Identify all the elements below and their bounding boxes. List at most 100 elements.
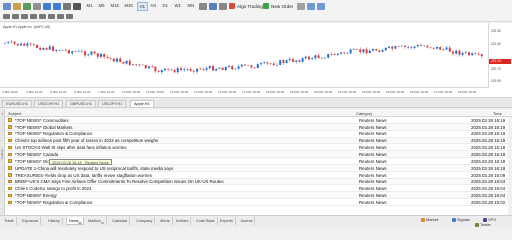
toolbox-tab-history[interactable]: History <box>46 217 63 225</box>
price-scale[interactable]: 222.30 221.50 221.23 220.70 219.90 <box>488 23 512 88</box>
fibonacci-icon[interactable] <box>57 14 64 19</box>
algo-trading-button[interactable]: Algo Trading <box>229 2 263 11</box>
candle-body <box>397 46 400 47</box>
algo-trading-label: Algo Trading <box>237 4 263 9</box>
toolbox-tab-alerts[interactable]: Alerts <box>158 217 173 225</box>
column-category[interactable]: Category <box>356 111 372 116</box>
toolbox-tab-label: News <box>69 219 79 223</box>
news-row[interactable]: *TOP NEWS* Energy Reuters News 2025.03.28 … <box>5 192 512 200</box>
crosshair-icon[interactable] <box>33 3 41 10</box>
toolbox-tab-news[interactable]: News99 <box>66 217 85 225</box>
tf-m15[interactable]: M15 <box>109 2 120 9</box>
chart-tab-gbpusd[interactable]: GBPUSD,H1 <box>66 100 96 107</box>
vertical-line-icon[interactable] <box>21 14 28 19</box>
open-icon[interactable] <box>13 3 21 10</box>
zoom-in-icon[interactable] <box>43 3 51 10</box>
news-row[interactable]: *TOP NEWS* Regulation & Compliance Reuter… <box>5 131 512 138</box>
chart-tab-usdjpy[interactable]: USDJPY,H1 <box>98 100 127 107</box>
candle-body <box>362 49 365 53</box>
new-order-button[interactable]: New Order <box>263 2 293 11</box>
time-label: 6 Mar 10:00 <box>74 90 91 94</box>
news-row[interactable]: *TOP NEWS* Commodities Reuters News 2025.0… <box>5 117 512 124</box>
candle-body <box>349 49 352 54</box>
chart-shift-icon[interactable] <box>307 3 315 10</box>
chart-tab-usdchf[interactable]: USDCHF,H1 <box>34 100 64 107</box>
time-label: 21 Mar 15:00 <box>338 90 357 94</box>
candle-body <box>282 60 285 63</box>
candle-body <box>112 58 115 62</box>
toolbox-tab-code-base[interactable]: Code Base <box>194 217 218 225</box>
news-row[interactable]: *TOP NEWS* Regulation & Compliance Reuter… <box>5 199 512 206</box>
autoscroll-icon[interactable] <box>317 3 325 10</box>
candle-body <box>442 49 445 50</box>
candles-icon[interactable] <box>209 3 217 10</box>
time-label: 14 Mar 15:00 <box>218 90 237 94</box>
indicators-icon[interactable] <box>297 3 305 10</box>
toolbox-tab-label: Exposure <box>22 219 39 223</box>
crosshair-tool-icon[interactable] <box>12 14 19 19</box>
news-category: Reuters News <box>359 193 387 199</box>
time-scale[interactable]: 3 Mar 2025 4 Mar 10:00 5 Mar 10:00 6 Mar… <box>0 87 488 97</box>
news-row[interactable]: China's top airlines post fifth year of … <box>5 137 512 145</box>
news-row[interactable]: Chile's Codelco swings to profit in 2024… <box>5 185 512 193</box>
new-chart-icon[interactable] <box>3 3 11 10</box>
period-sep-icon[interactable] <box>73 3 81 10</box>
chart-tab-apple[interactable]: Apple,H1 <box>130 100 154 107</box>
toolbox-tab-company[interactable]: Company <box>134 217 156 225</box>
news-row[interactable]: TREASURIES-Yields drop as US data, tarif… <box>5 172 512 179</box>
envelope-icon <box>8 193 12 198</box>
news-category: Reuters News <box>359 158 387 164</box>
cursor-icon[interactable] <box>3 14 10 19</box>
price-chart[interactable]: Apple,H1 Apple Inc. (AAPL.US) 222.30 221… <box>0 23 512 98</box>
bar-chart-icon[interactable] <box>199 3 207 10</box>
line-chart-icon[interactable] <box>219 3 227 10</box>
news-row[interactable]: US STOCKS-Wall St slips after data fans … <box>5 144 512 152</box>
tf-w1[interactable]: W1 <box>173 2 182 9</box>
toolbox-tab-label: History <box>48 219 60 223</box>
column-time[interactable]: Time <box>493 111 502 116</box>
tester-button[interactable]: Tester <box>475 222 491 227</box>
candle-body <box>324 57 326 59</box>
toolbox-tab-badge: 99 <box>78 221 82 225</box>
news-scrollbar[interactable] <box>508 117 512 215</box>
news-subject: *TOP NEWS* Canada <box>15 152 59 158</box>
tf-m30[interactable]: M30 <box>123 2 134 9</box>
toolbox-tab-calendar[interactable]: Calendar <box>110 217 131 225</box>
news-row[interactable]: *TOP NEWS* Global Markets Reuters News 202… <box>5 123 512 131</box>
text-tool-icon[interactable] <box>66 14 73 19</box>
time-label: 28 Mar 15:00 <box>458 90 477 94</box>
news-row[interactable]: *TOP NEWS* Canada Reuters News 2025.03.28 … <box>5 151 512 159</box>
tf-mn[interactable]: MN <box>186 2 196 9</box>
candle-body <box>64 49 67 51</box>
column-subject[interactable]: Subject <box>8 111 21 116</box>
horizontal-line-icon[interactable] <box>30 14 37 19</box>
toolbox-tab-trade[interactable]: Trade <box>2 217 17 225</box>
market-label: Market <box>426 217 439 222</box>
candle-body <box>189 69 192 71</box>
candle-body <box>388 46 390 48</box>
news-time: 2025.03.28 16:18 <box>471 138 506 144</box>
candle-body <box>26 43 29 46</box>
toolbox-tab-journal[interactable]: Journal <box>238 217 256 225</box>
toolbox-tab-articles[interactable]: Articles <box>174 217 192 225</box>
news-row[interactable]: BRIEF-UK'S CMA Says Five Airlines Offer … <box>5 178 512 186</box>
zoom-out-icon[interactable] <box>53 3 61 10</box>
profiles-icon[interactable] <box>23 3 31 10</box>
signals-button[interactable]: Signals <box>452 217 470 222</box>
trendline-icon[interactable] <box>39 14 46 19</box>
market-button[interactable]: Market <box>421 217 438 222</box>
candle-body <box>368 50 371 54</box>
candle-body <box>279 60 282 65</box>
tf-d1[interactable]: D1 <box>161 2 170 9</box>
tf-h4[interactable]: H4 <box>149 2 158 9</box>
tf-h1[interactable]: H1 <box>137 2 148 11</box>
toolbox-tab-experts[interactable]: Experts <box>218 217 236 225</box>
toolbox-tab-mailbox[interactable]: Mailbox10 <box>86 217 107 225</box>
candle-body <box>128 60 131 66</box>
channel-icon[interactable] <box>48 14 55 19</box>
grid-icon[interactable] <box>63 3 71 10</box>
chart-tab-eurusd[interactable]: EURUSD,H1 <box>2 100 32 107</box>
toolbox-tab-exposure[interactable]: Exposure <box>20 217 42 225</box>
tf-m1[interactable]: M1 <box>85 2 94 9</box>
tf-m5[interactable]: M5 <box>97 2 106 9</box>
